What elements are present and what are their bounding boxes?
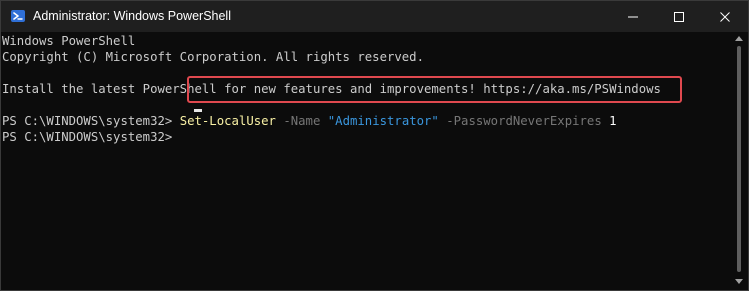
current-prompt-line[interactable]: PS C:\WINDOWS\system32> (2, 129, 180, 145)
scroll-down-arrow-icon[interactable] (735, 279, 743, 284)
prompt: PS C:\WINDOWS\system32> (2, 130, 180, 144)
scroll-thumb[interactable] (737, 46, 741, 272)
close-icon (720, 12, 730, 22)
powershell-window: Administrator: Windows PowerShell Window… (0, 0, 749, 291)
command-highlight-box (187, 76, 682, 103)
title-bar[interactable]: Administrator: Windows PowerShell (1, 1, 748, 32)
window-title: Administrator: Windows PowerShell (33, 9, 231, 23)
console-output[interactable]: Windows PowerShell Copyright (C) Microso… (2, 32, 727, 290)
close-button[interactable] (702, 1, 748, 32)
text-cursor (194, 109, 202, 112)
copyright-line: Copyright (C) Microsoft Corporation. All… (2, 50, 424, 64)
scroll-up-arrow-icon[interactable] (735, 36, 743, 41)
powershell-icon (10, 8, 26, 24)
maximize-button[interactable] (656, 1, 702, 32)
minimize-icon (628, 16, 638, 18)
name-parameter-token: -Name (283, 114, 321, 128)
prompt: PS C:\WINDOWS\system32> (2, 114, 180, 128)
maximize-icon (674, 12, 684, 22)
password-never-expires-parameter-token: -PasswordNeverExpires (446, 114, 602, 128)
minimize-button[interactable] (610, 1, 656, 32)
command-line: PS C:\WINDOWS\system32> Set-LocalUser -N… (2, 113, 617, 129)
password-never-expires-value-token: 1 (609, 114, 617, 128)
banner-line: Windows PowerShell (2, 34, 136, 48)
vertical-scrollbar[interactable] (730, 32, 748, 290)
name-value-token: "Administrator" (327, 114, 439, 128)
cmdlet-token: Set-LocalUser (179, 114, 276, 128)
